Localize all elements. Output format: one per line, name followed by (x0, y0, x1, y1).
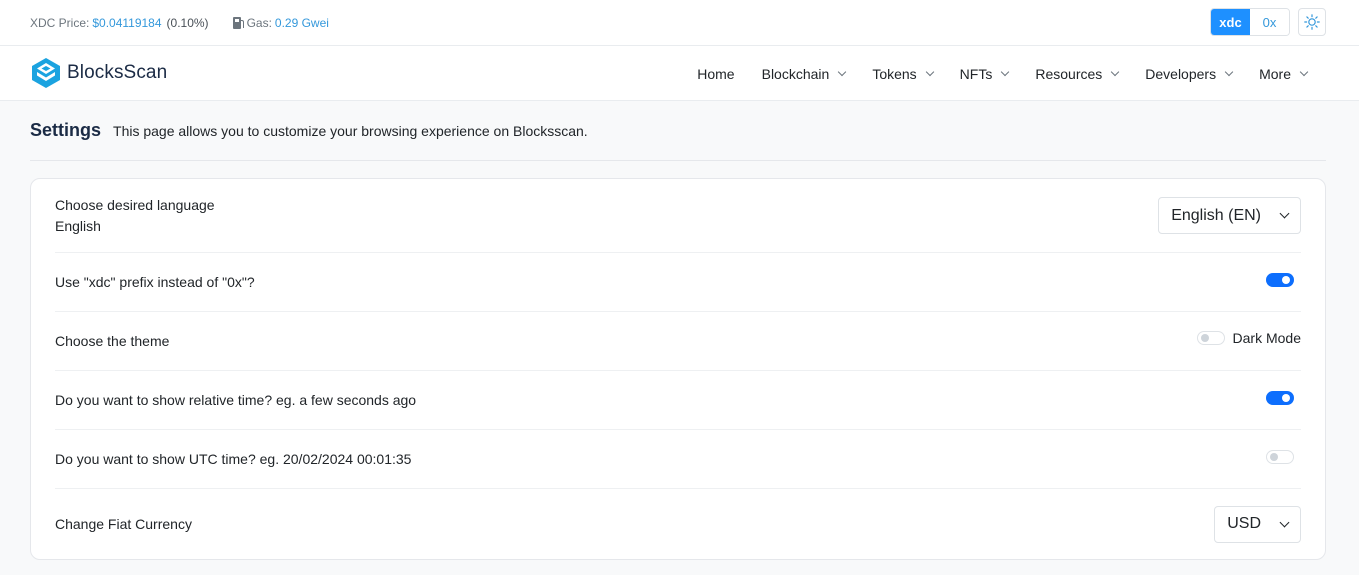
fiat-setting-label: Change Fiat Currency (55, 516, 192, 532)
dark-mode-toggle[interactable] (1196, 331, 1225, 345)
nav-item-developers[interactable]: Developers (1145, 65, 1234, 82)
blocksscan-logo-icon (32, 58, 60, 88)
dark-mode-label: Dark Mode (1232, 330, 1301, 346)
fiat-currency-select[interactable]: USD (1214, 505, 1301, 543)
prefix-0x-button[interactable]: 0x (1250, 9, 1289, 35)
setting-row-language: Choose desired language English English … (55, 179, 1301, 253)
gas-label: Gas: (246, 15, 272, 30)
nav-item-label: Tokens (872, 65, 917, 82)
gas-stat: Gas: 0.29 Gwei (232, 15, 329, 30)
address-prefix-switch: xdc 0x (1210, 8, 1290, 36)
chevron-down-icon (838, 67, 847, 76)
prefix-toggle[interactable] (1266, 273, 1294, 287)
top-info-bar: XDC Price: $0.04119184 (0.10%) Gas: 0.29… (0, 0, 1359, 46)
page-content: Settings This page allows you to customi… (0, 101, 1359, 560)
chevron-down-icon (1111, 67, 1120, 76)
brand-name: BlocksScan (67, 62, 168, 83)
page-title: Settings (30, 120, 102, 140)
nav-item-label: NFTs (959, 65, 993, 82)
chevron-down-icon (1299, 67, 1309, 76)
relative-time-setting-label: Do you want to show relative time? eg. a… (55, 392, 417, 408)
language-selected-value: English (EN) (1171, 206, 1261, 224)
utc-time-setting-label: Do you want to show UTC time? eg. 20/02/… (55, 451, 412, 467)
setting-row-fiat: Change Fiat Currency USD (55, 489, 1301, 559)
page-description: This page allows you to customize your b… (113, 122, 588, 139)
brand-logo[interactable]: BlocksScan (30, 57, 167, 89)
fiat-selected-value: USD (1227, 515, 1261, 532)
nav-item-label: Developers (1145, 65, 1217, 82)
theme-switch-button[interactable] (1298, 8, 1326, 36)
gas-pump-icon (232, 16, 244, 29)
xdc-price-stat: XDC Price: $0.04119184 (0.10%) (30, 16, 209, 30)
nav-item-tokens[interactable]: Tokens (872, 65, 934, 82)
main-navbar: BlocksScan Home Blockchain Tokens NFTs R… (0, 46, 1359, 101)
prefix-setting-label: Use "xdc" prefix instead of "0x"? (55, 274, 255, 290)
xdc-price-label: XDC Price: (30, 15, 90, 30)
sun-icon (1304, 14, 1320, 30)
language-current-value: English (55, 217, 101, 234)
setting-row-prefix: Use "xdc" prefix instead of "0x"? (55, 253, 1301, 312)
setting-row-relative-time: Do you want to show relative time? eg. a… (55, 371, 1301, 430)
nav-item-label: More (1259, 65, 1291, 82)
nav-item-nfts[interactable]: NFTs (959, 65, 1010, 82)
nav-item-label: Blockchain (761, 65, 830, 82)
nav-item-more[interactable]: More (1259, 65, 1309, 82)
chevron-down-icon (1224, 67, 1234, 76)
xdc-price-change: (0.10%) (166, 15, 209, 30)
settings-card: Choose desired language English English … (30, 178, 1326, 560)
prefix-xdc-button[interactable]: xdc (1211, 9, 1250, 35)
nav-item-home[interactable]: Home (697, 66, 734, 82)
nav-item-resources[interactable]: Resources (1035, 65, 1120, 82)
language-setting-label: Choose desired language (55, 196, 215, 213)
setting-row-theme: Choose the theme Dark Mode (55, 312, 1301, 371)
setting-row-utc-time: Do you want to show UTC time? eg. 20/02/… (55, 430, 1301, 489)
nav-item-label: Home (697, 65, 735, 82)
theme-setting-label: Choose the theme (55, 333, 170, 349)
page-header: Settings This page allows you to customi… (30, 101, 1326, 161)
chevron-down-icon (1001, 67, 1010, 76)
chevron-down-icon (925, 67, 934, 76)
language-select[interactable]: English (EN) (1158, 197, 1301, 234)
utc-time-toggle[interactable] (1266, 450, 1294, 464)
chevron-down-icon (1279, 517, 1290, 527)
gas-value[interactable]: 0.29 Gwei (275, 16, 329, 30)
chevron-down-icon (1279, 208, 1290, 219)
nav-item-label: Resources (1035, 65, 1103, 82)
relative-time-toggle[interactable] (1266, 391, 1294, 405)
nav-menu: Home Blockchain Tokens NFTs Resources De… (697, 46, 1309, 101)
nav-item-blockchain[interactable]: Blockchain (761, 65, 847, 82)
xdc-price-value[interactable]: $0.04119184 (92, 16, 161, 30)
